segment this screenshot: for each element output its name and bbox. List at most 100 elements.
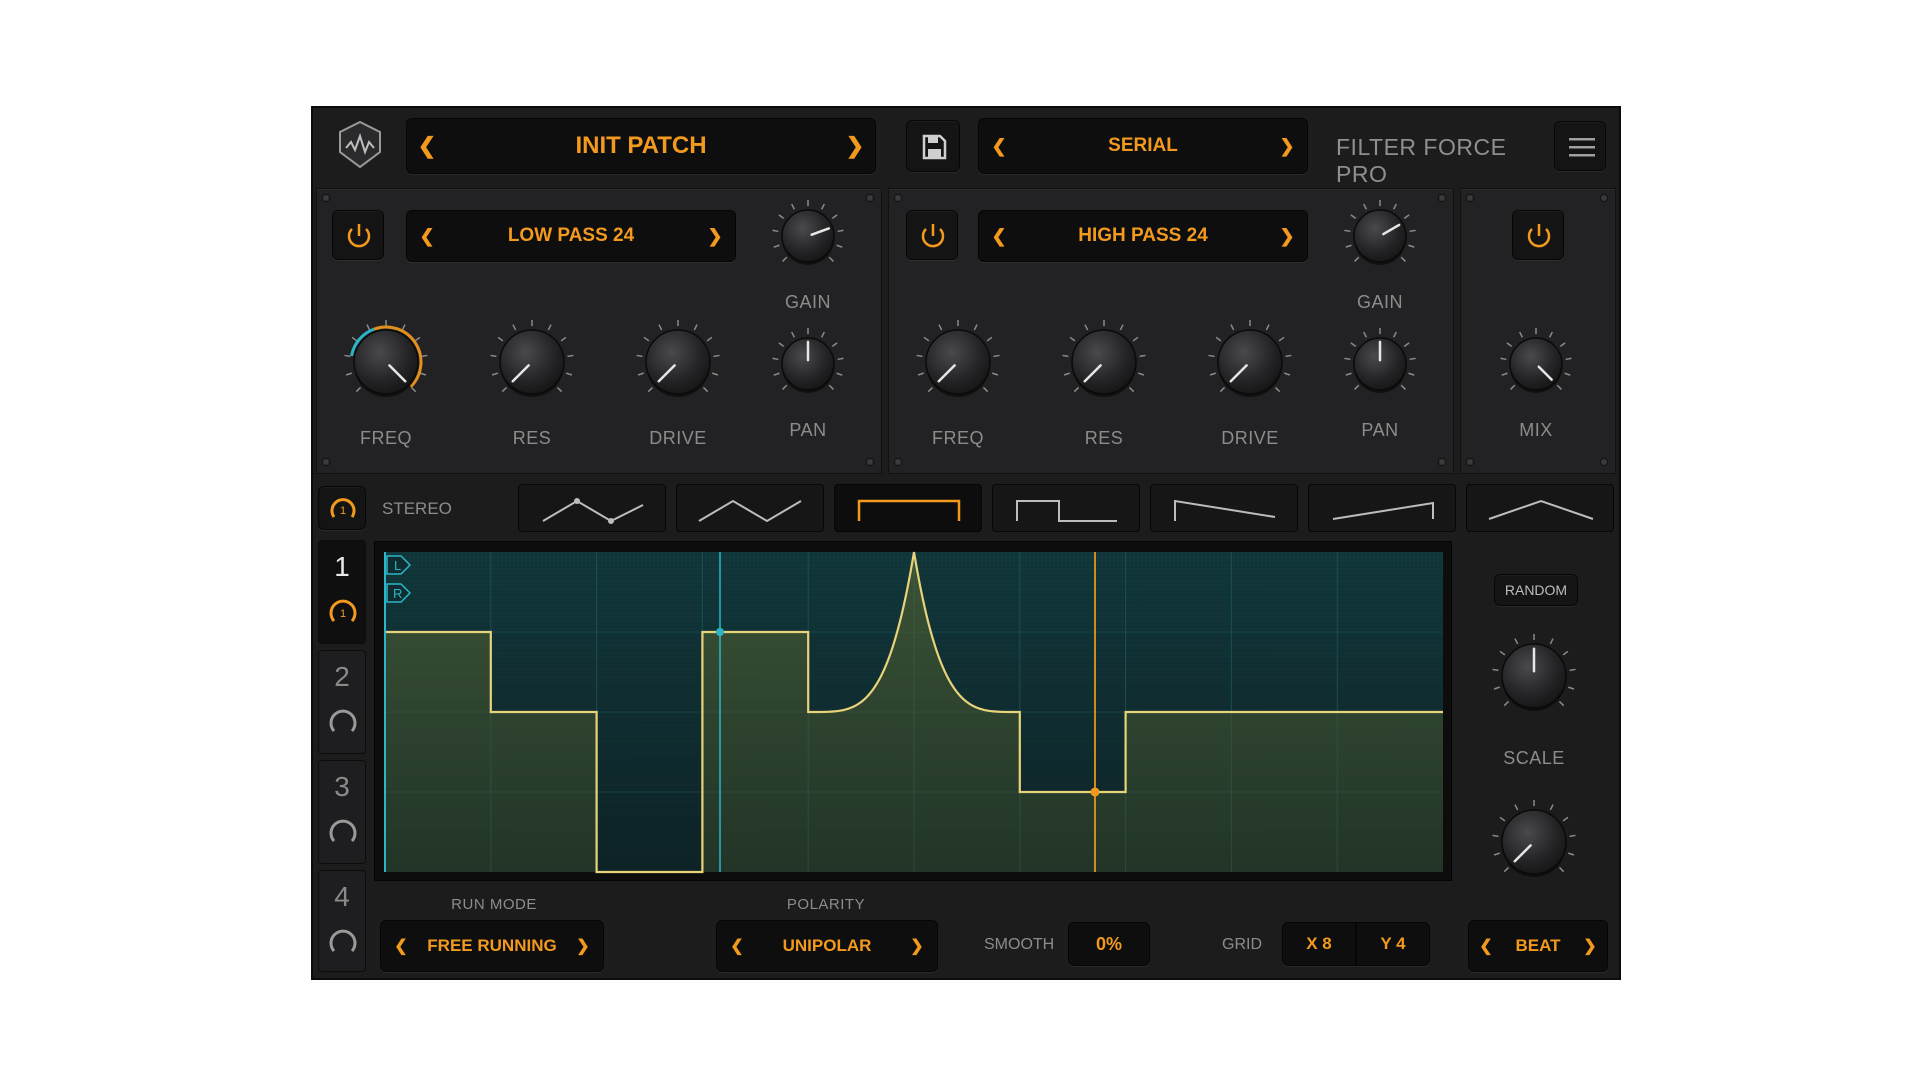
polarity-prev-button[interactable]: ❮ <box>717 936 757 956</box>
mod-tab-3-ring-icon <box>329 819 357 842</box>
grid-label: GRID <box>1222 936 1262 953</box>
polarity-label: POLARITY <box>786 896 866 913</box>
run-mode-prev-button[interactable]: ❮ <box>381 936 421 956</box>
peak-icon <box>1488 499 1594 520</box>
mod-tab-2-number: 2 <box>334 661 350 692</box>
depth-knob[interactable] <box>1488 796 1580 888</box>
shape-square-pulse-button[interactable] <box>834 484 982 532</box>
screw <box>1600 194 1608 202</box>
filter2-pan-knob[interactable] <box>1340 324 1420 404</box>
mod-tab-3-number: 3 <box>334 771 350 802</box>
filter1-gain-knob[interactable] <box>768 196 848 276</box>
screw <box>1438 458 1446 466</box>
smooth-field[interactable]: 0% <box>1068 922 1150 966</box>
scale-knob[interactable] <box>1488 630 1580 722</box>
mod-tab-1-badge: 1 <box>340 608 346 620</box>
mix-knob[interactable] <box>1496 324 1576 404</box>
shape-ramp-up-button[interactable] <box>1308 484 1456 532</box>
grid-x-field[interactable]: X 8 <box>1282 922 1356 966</box>
channel-l-label: L <box>394 558 401 573</box>
filter2-gain-knob[interactable] <box>1340 196 1420 276</box>
square-pulse-icon <box>857 499 961 521</box>
shape-ramp-down-button[interactable] <box>1150 484 1298 532</box>
preset-next-button[interactable]: ❯ <box>835 133 875 159</box>
filter2-res-label: RES <box>1084 428 1124 448</box>
polarity-selector[interactable]: ❮ UNIPOLAR ❯ <box>716 920 938 972</box>
stereo-label: STEREO <box>382 499 452 518</box>
run-mode-next-button[interactable]: ❯ <box>563 936 603 956</box>
power-icon <box>921 224 945 248</box>
triangle-points-icon <box>542 498 644 524</box>
mix-power-button[interactable] <box>1512 210 1564 260</box>
curve-point-selected <box>716 628 724 636</box>
filter2-type-selector[interactable]: ❮ HIGH PASS 24 ❯ <box>978 210 1308 262</box>
ramp-up-icon <box>1332 501 1434 520</box>
power-icon <box>347 224 371 248</box>
filter1-res-knob[interactable] <box>486 316 578 408</box>
shape-peak-button[interactable] <box>1466 484 1614 532</box>
mod-graph[interactable]: L R <box>374 541 1452 881</box>
mod-tab-4-number: 4 <box>334 881 350 912</box>
run-mode-selector[interactable]: ❮ FREE RUNNING ❯ <box>380 920 604 972</box>
filter2-type: HIGH PASS 24 <box>1078 225 1208 246</box>
save-icon <box>922 134 947 160</box>
channel-r-label: R <box>393 586 402 601</box>
triangle-icon <box>698 499 802 523</box>
filter1-pan-knob[interactable] <box>768 324 848 404</box>
filter2-type-prev-button[interactable]: ❮ <box>979 226 1019 247</box>
filter2-pan-label: PAN <box>1361 420 1399 440</box>
filter1-type-selector[interactable]: ❮ LOW PASS 24 ❯ <box>406 210 736 262</box>
sync-next-button[interactable]: ❯ <box>1573 936 1607 956</box>
filter2-drive-knob[interactable] <box>1204 316 1296 408</box>
run-mode-value: FREE RUNNING <box>427 936 557 955</box>
routing-prev-button[interactable]: ❮ <box>979 136 1019 157</box>
stereo-link-button[interactable]: 1 <box>318 486 366 530</box>
filter2-gain-label: GAIN <box>1356 292 1403 312</box>
menu-button[interactable] <box>1554 121 1606 171</box>
screw <box>894 194 902 202</box>
screw <box>866 194 874 202</box>
shape-triangle-button[interactable] <box>676 484 824 532</box>
preset-prev-button[interactable]: ❮ <box>407 133 447 159</box>
mod-tab-3[interactable]: 3 <box>318 760 366 864</box>
filter2-power-button[interactable] <box>906 210 958 260</box>
sync-prev-button[interactable]: ❮ <box>1469 936 1503 956</box>
shape-triangle-points-button[interactable] <box>518 484 666 532</box>
filter1-freq-knob[interactable] <box>340 316 432 408</box>
filter2-res-knob[interactable] <box>1058 316 1150 408</box>
filter2-type-next-button[interactable]: ❯ <box>1267 226 1307 247</box>
filter1-res-label: RES <box>512 428 552 448</box>
grid-y-field[interactable]: Y 4 <box>1356 922 1430 966</box>
smooth-value: 0% <box>1095 933 1122 954</box>
random-button[interactable]: RANDOM <box>1494 574 1578 606</box>
filter2-freq-knob[interactable] <box>912 316 1004 408</box>
mod-tab-4[interactable]: 4 <box>318 870 366 972</box>
filter1-drive-knob[interactable] <box>632 316 724 408</box>
mod-tab-1[interactable]: 1 1 <box>318 540 366 644</box>
polarity-next-button[interactable]: ❯ <box>897 936 937 956</box>
polarity-value: UNIPOLAR <box>782 936 872 955</box>
filter1-type: LOW PASS 24 <box>507 225 635 246</box>
hamburger-icon <box>1569 138 1595 157</box>
routing-selector[interactable]: ❮ SERIAL ❯ <box>978 118 1308 174</box>
grid-y-value: Y 4 <box>1380 934 1406 953</box>
filter2-freq-label: FREQ <box>931 428 984 448</box>
shape-step-button[interactable] <box>992 484 1140 532</box>
run-mode-label: RUN MODE <box>451 896 537 913</box>
filter1-type-next-button[interactable]: ❯ <box>695 226 735 247</box>
step-icon <box>1016 500 1117 522</box>
mod-tab-2[interactable]: 2 <box>318 650 366 754</box>
ramp-down-icon <box>1174 499 1276 521</box>
product-title: FILTER FORCE PRO <box>1336 134 1507 187</box>
preset-selector[interactable]: ❮ INIT PATCH ❯ <box>406 118 876 174</box>
sync-selector[interactable]: ❮ BEAT ❯ <box>1468 920 1608 972</box>
screw <box>866 458 874 466</box>
save-button[interactable] <box>906 120 960 172</box>
mod-tab-4-ring-icon <box>329 929 357 952</box>
scale-label: SCALE <box>1503 748 1565 768</box>
random-button-label: RANDOM <box>1504 582 1568 598</box>
filter1-power-button[interactable] <box>332 210 384 260</box>
filter1-type-prev-button[interactable]: ❮ <box>407 226 447 247</box>
sync-value: BEAT <box>1515 936 1561 955</box>
routing-next-button[interactable]: ❯ <box>1267 136 1307 157</box>
